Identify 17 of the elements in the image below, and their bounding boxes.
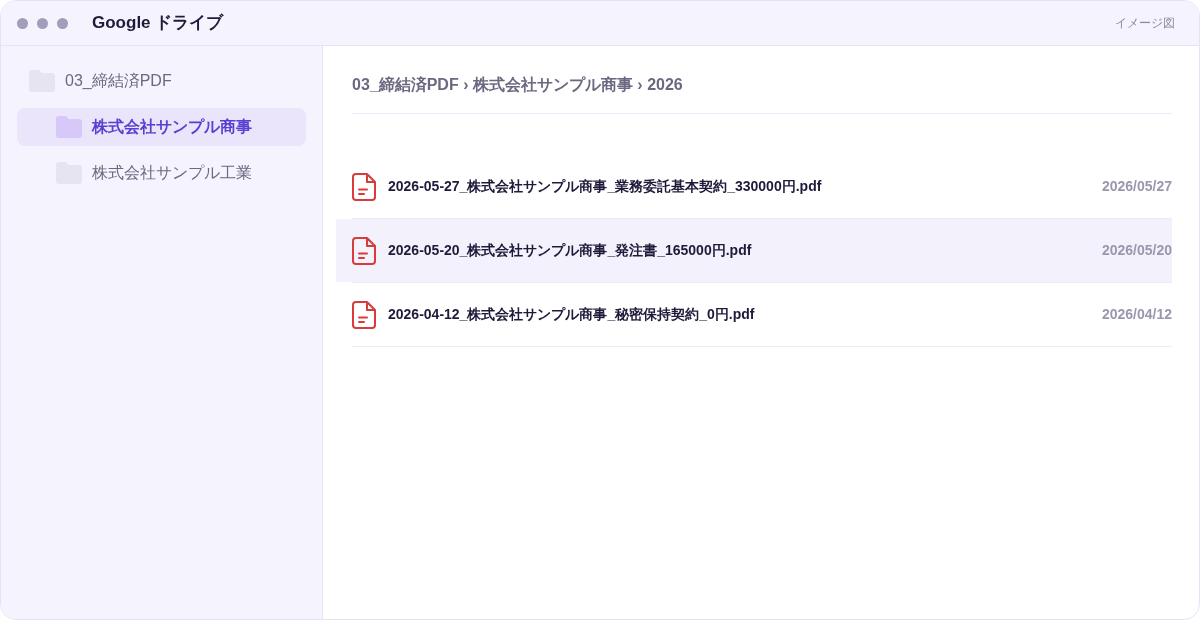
file-row[interactable]: 2026-05-20_株式会社サンプル商事_発注書_165000円.pdf 2026/05/20 [336,219,1172,282]
breadcrumb: 03_締結済PDF › 株式会社サンプル商事 › 2026 [352,75,684,95]
folder-icon [56,116,82,138]
image-label: イメージ図 [1115,15,1175,32]
folder-item[interactable]: 株式会社サンプル商事 [17,108,306,146]
window-title: Google ドライブ [92,12,224,35]
file-name: 2026-04-12_株式会社サンプル商事_秘密保持契約_0円.pdf [388,305,755,324]
file-date: 2026/05/27 [1101,177,1172,196]
file-name: 2026-05-20_株式会社サンプル商事_発注書_165000円.pdf [388,241,752,260]
document-icon [352,236,376,265]
file-date: 2026/04/12 [1101,305,1172,324]
folder-item[interactable]: 03_締結済PDF [17,62,306,100]
file-name: 2026-05-27_株式会社サンプル商事_業務委託基本契約_330000円.pdf [388,177,822,196]
document-icon [352,172,376,201]
file-date: 2026/05/20 [1101,241,1172,260]
folder-item[interactable]: 株式会社サンプル工業 [17,154,306,192]
document-icon [352,300,376,329]
